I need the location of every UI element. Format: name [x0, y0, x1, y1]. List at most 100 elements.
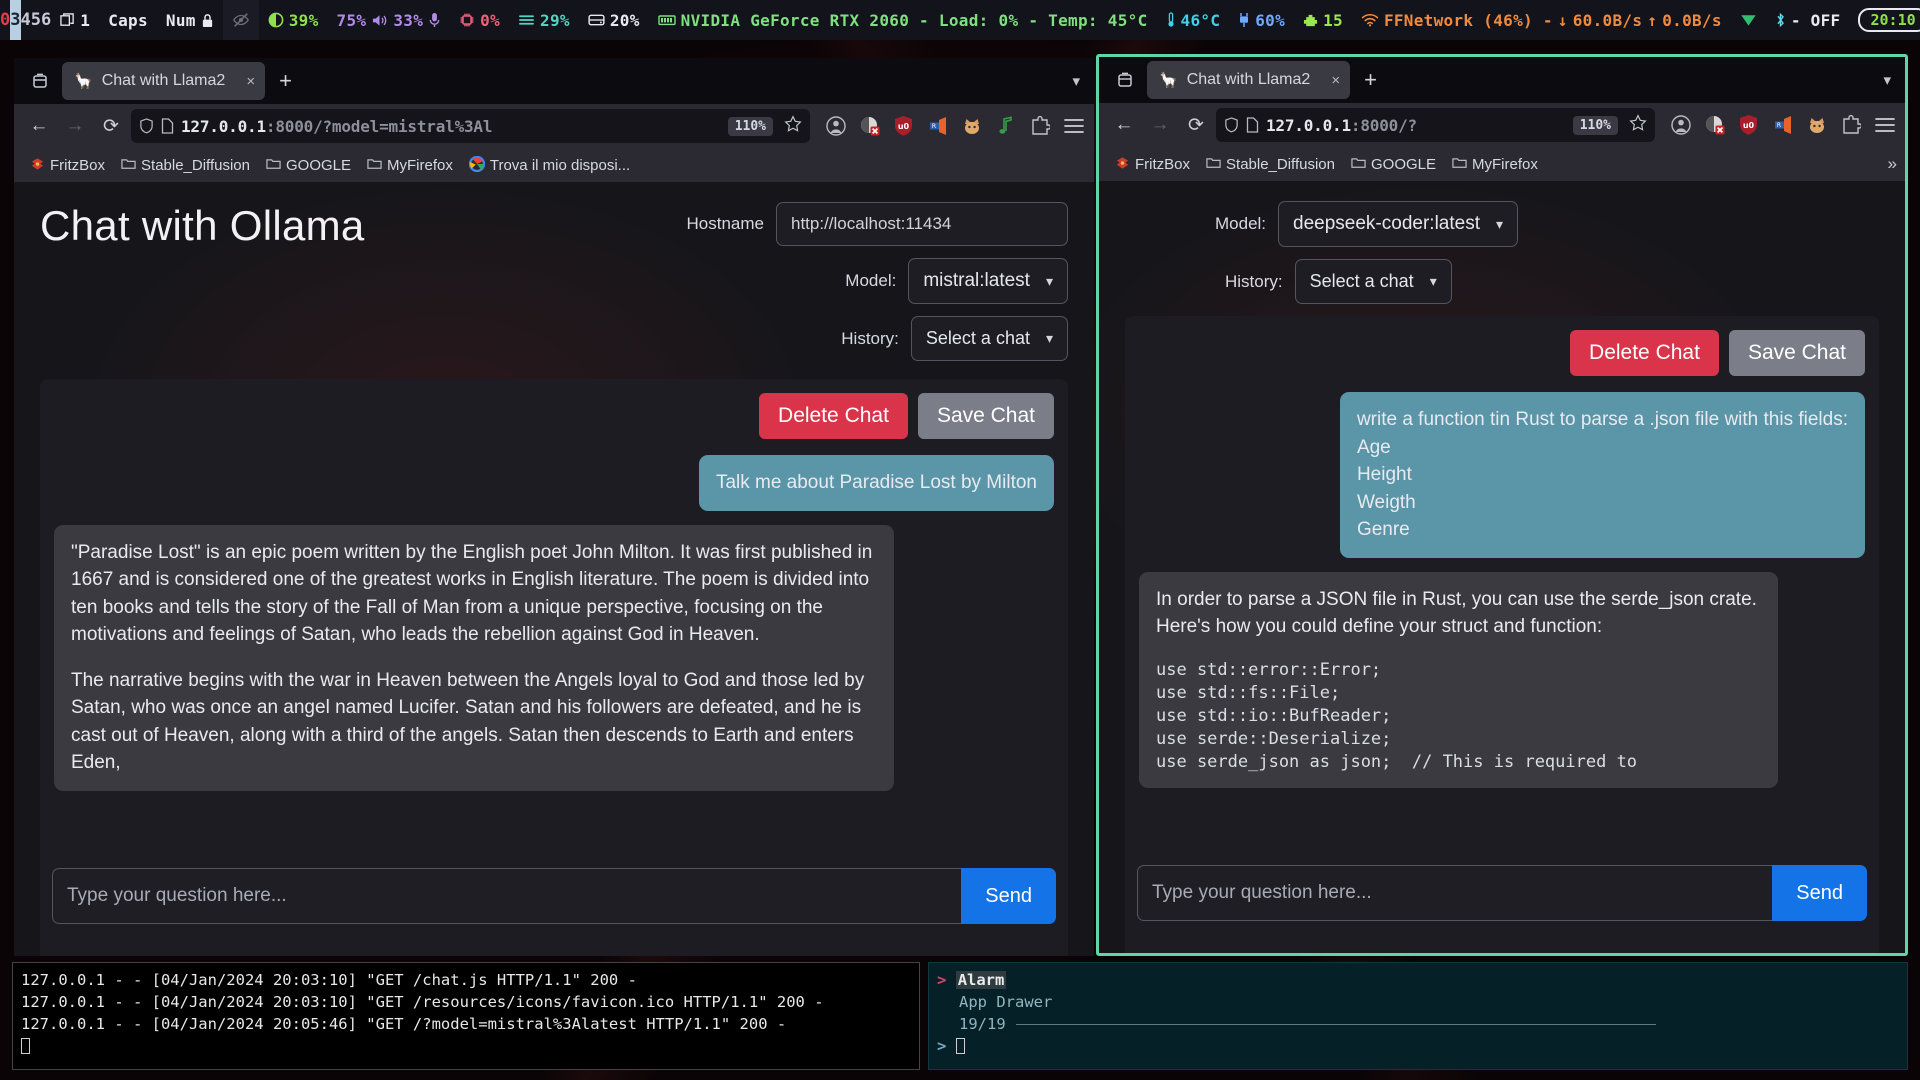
bookmarks-overflow-button-right[interactable]: » — [1888, 154, 1897, 174]
composer-right: Type your question here... Send — [1125, 853, 1879, 933]
selected-entry-row[interactable]: > Alarm — [937, 969, 1899, 991]
bookmark-trova-left[interactable]: Trova il mio disposi... — [463, 154, 636, 177]
battery-icon — [1238, 12, 1250, 28]
terminal-input-row[interactable]: > — [937, 1035, 1899, 1057]
brightness-value: 39% — [288, 10, 319, 30]
extension-icons-left: u0 R — [814, 115, 1085, 138]
bookmark-stable-diffusion-left[interactable]: Stable_Diffusion — [115, 155, 256, 176]
page-info-icon-right[interactable] — [1246, 117, 1259, 133]
llama-favicon-icon: 🦙 — [1159, 72, 1178, 89]
puzzle-extensions-icon-left[interactable] — [1028, 115, 1051, 138]
delete-chat-button-left[interactable]: Delete Chat — [759, 393, 908, 439]
browser-tab-right[interactable]: 🦙 Chat with Llama2 × — [1147, 61, 1351, 99]
save-chat-button-right[interactable]: Save Chat — [1728, 330, 1865, 376]
new-tab-button-left[interactable]: + — [265, 68, 306, 94]
bookmark-myfirefox-right[interactable]: MyFirefox — [1446, 154, 1544, 175]
packages-indicator: 15 — [1294, 0, 1352, 40]
save-chat-button-left[interactable]: Save Chat — [917, 393, 1054, 439]
bookmark-myfirefox-left[interactable]: MyFirefox — [361, 155, 459, 176]
reload-button-right[interactable]: ⟳ — [1180, 109, 1212, 141]
bookmark-stable-diffusion-right[interactable]: Stable_Diffusion — [1200, 154, 1341, 175]
reload-button-left[interactable]: ⟳ — [95, 110, 127, 142]
tab-overflow-chevron-right[interactable]: ▾ — [1883, 71, 1891, 89]
lock-icon — [201, 13, 214, 28]
workspace-6[interactable]: 6 — [41, 0, 51, 40]
megaphone-extension-icon-right[interactable]: R — [1771, 114, 1794, 137]
hamburger-menu-icon-right[interactable] — [1873, 114, 1896, 137]
noscript-extension-icon-left[interactable] — [858, 115, 881, 138]
cat-extension-icon-right[interactable] — [1805, 114, 1828, 137]
new-tab-button-right[interactable]: + — [1350, 67, 1391, 93]
workspace-4[interactable]: 4 — [21, 0, 31, 40]
hostname-input-left[interactable]: http://localhost:11434 — [776, 202, 1068, 246]
browser-window-left[interactable]: 🦙 Chat with Llama2 × + ▾ ← → ⟳ 127.0.0.1… — [14, 58, 1094, 956]
browser-tab-left[interactable]: 🦙 Chat with Llama2 × — [62, 62, 266, 100]
page-content-left: Chat with Ollama Hostname http://localho… — [14, 182, 1094, 956]
num-indicator: Num — [157, 0, 223, 40]
model-select-left[interactable]: mistral:latest ▾ — [908, 258, 1068, 304]
bookmark-star-icon-left[interactable] — [780, 114, 802, 138]
question-input-right[interactable]: Type your question here... — [1137, 865, 1773, 921]
back-button-right[interactable]: ← — [1108, 109, 1140, 141]
cat-extension-icon-left[interactable] — [960, 115, 983, 138]
shield-icon-left[interactable] — [139, 118, 154, 134]
url-text-right: 127.0.0.1:8000/? — [1266, 115, 1417, 135]
bookmark-fritzbox-right[interactable]: FritzBox — [1109, 154, 1196, 175]
list-all-tabs-button-right[interactable] — [1103, 57, 1147, 103]
hamburger-menu-icon-left[interactable] — [1062, 115, 1085, 138]
user-message-left: Talk me about Paradise Lost by Milton — [698, 455, 1054, 511]
ublock-origin-icon-left[interactable]: u0 — [892, 115, 915, 138]
tab-strip-left: 🦙 Chat with Llama2 × + ▾ — [14, 58, 1094, 104]
chevron-down-icon: ▾ — [1495, 215, 1504, 232]
list-all-tabs-button-left[interactable] — [18, 58, 62, 104]
bookmark-star-icon-right[interactable] — [1625, 113, 1647, 137]
question-input-left[interactable]: Type your question here... — [52, 868, 962, 924]
server-log-terminal[interactable]: 127.0.0.1 - - [04/Jan/2024 20:03:10] "GE… — [12, 962, 920, 1070]
folder-icon — [121, 157, 136, 173]
workspace-5[interactable]: 5 — [31, 0, 41, 40]
close-tab-icon-right[interactable]: × — [1331, 72, 1340, 89]
screen-blank-toggle[interactable] — [222, 0, 259, 40]
bookmark-google-right[interactable]: GOOGLE — [1345, 154, 1442, 175]
history-select-right[interactable]: Select a chat ▾ — [1294, 259, 1452, 304]
noscript-extension-icon-right[interactable] — [1703, 114, 1726, 137]
history-select-left[interactable]: Select a chat ▾ — [910, 316, 1068, 361]
app-drawer-terminal[interactable]: > Alarm App Drawer 19/19 > — [928, 962, 1908, 1070]
model-select-right[interactable]: deepseek-coder:latest ▾ — [1278, 201, 1519, 247]
disk-icon — [588, 13, 605, 27]
address-bar-right[interactable]: 127.0.0.1:8000/? 110% — [1216, 108, 1655, 142]
close-tab-icon-left[interactable]: × — [246, 73, 255, 90]
folder-icon — [1351, 156, 1366, 172]
zoom-level-badge-right[interactable]: 110% — [1572, 115, 1618, 135]
zoom-level-badge-left[interactable]: 110% — [727, 116, 773, 136]
browser-window-right[interactable]: 🦙 Chat with Llama2 × + ▾ ← → ⟳ 127.0.0.1… — [1096, 54, 1908, 956]
selected-entry-label: Alarm — [955, 971, 1007, 989]
battery-value: 60% — [1255, 10, 1286, 30]
puzzle-extensions-icon-right[interactable] — [1839, 114, 1862, 137]
megaphone-extension-icon-left[interactable]: R — [926, 115, 949, 138]
folder-icon — [367, 157, 382, 173]
navigation-toolbar-right: ← → ⟳ 127.0.0.1:8000/? 110% u0 R — [1099, 103, 1905, 147]
back-button-left[interactable]: ← — [23, 110, 55, 142]
page-info-icon-left[interactable] — [161, 118, 174, 134]
folder-icon — [1452, 156, 1467, 172]
speaker-icon — [371, 13, 388, 28]
workspace-3[interactable]: 3 — [10, 0, 21, 40]
delete-chat-button-right[interactable]: Delete Chat — [1570, 330, 1719, 376]
account-icon-right[interactable] — [1669, 114, 1692, 137]
workspace-0[interactable]: 0 — [0, 0, 10, 40]
history-row-right: History: Select a chat ▾ — [1215, 259, 1452, 304]
send-button-left[interactable]: Send — [961, 868, 1056, 924]
music-note-icon-left[interactable] — [994, 115, 1017, 138]
ublock-origin-icon-right[interactable]: u0 — [1737, 114, 1760, 137]
account-icon-left[interactable] — [824, 115, 847, 138]
send-button-right[interactable]: Send — [1772, 865, 1867, 921]
shield-icon-right[interactable] — [1224, 117, 1239, 133]
bookmark-fritzbox-left[interactable]: FritzBox — [24, 155, 111, 176]
bookmark-label: GOOGLE — [1370, 155, 1437, 173]
bookmark-google-left[interactable]: GOOGLE — [260, 155, 357, 176]
tab-overflow-chevron-left[interactable]: ▾ — [1072, 72, 1080, 90]
address-bar-left[interactable]: 127.0.0.1:8000/?model=mistral%3Al 110% — [131, 109, 810, 143]
bookmark-label: FritzBox — [1135, 155, 1191, 173]
vpn-shield-icon — [1740, 12, 1757, 28]
